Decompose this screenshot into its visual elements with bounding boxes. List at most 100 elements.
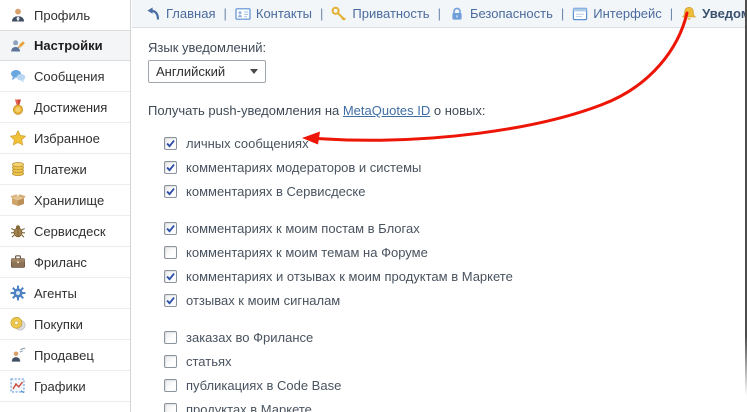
nav-separator: | [560,6,565,21]
notification-group: комментариях к моим постам в Блогах комме… [164,216,747,312]
sidebar-item-label: Графики [34,378,86,394]
checkbox-checked[interactable] [164,160,177,174]
sidebar-item-settings[interactable]: Настройки [0,30,130,61]
sidebar-item-achievements[interactable]: Достижения [0,92,130,123]
checkbox-label[interactable]: публикациях в Code Base [186,378,341,393]
contacts-icon [235,6,251,22]
push-notifications-label: Получать push-уведомления на MetaQuotes … [148,103,747,118]
payments-icon [10,161,26,177]
profile-icon [10,7,26,23]
notification-option-row: комментариях в Сервисдеске [164,179,747,203]
checkbox-unchecked[interactable] [164,378,177,392]
tab-home[interactable]: Главная [145,6,215,22]
checkbox-unchecked[interactable] [164,330,177,344]
sidebar: Профиль Настройки Сообщения Достижения Избра… [0,0,131,412]
settings-page: Профиль Настройки Сообщения Достижения Избра… [0,0,747,412]
notification-option-row: комментариях и отзывах к моим продуктам … [164,264,747,288]
tab-notifications[interactable]: Уведомления [681,6,747,22]
checkbox-unchecked[interactable] [164,402,177,412]
notifications-panel: Язык уведомлений: Английский Получать pu… [132,28,747,412]
sidebar-item-label: Фриланс [34,254,87,270]
tab-contacts[interactable]: Контакты [235,6,312,22]
sidebar-item-label: Профиль [34,7,91,23]
charts-icon [10,378,26,394]
push-text-prefix: Получать push-уведомления на [148,103,343,118]
notification-option-row: продуктах в Маркете [164,397,747,412]
checkbox-label[interactable]: комментариях в Сервисдеске [186,184,365,199]
sidebar-item-label: Сообщения [34,68,105,84]
checkbox-label[interactable]: личных сообщениях [186,136,309,151]
checkbox-unchecked[interactable] [164,354,177,368]
notification-option-row: заказах во Фрилансе [164,325,747,349]
checkbox-checked[interactable] [164,293,177,307]
sidebar-item-storage[interactable]: Хранилище [0,185,130,216]
sidebar-item-seller[interactable]: Продавец [0,340,130,371]
sidebar-item-label: Достижения [34,99,108,115]
checkbox-label[interactable]: заказах во Фрилансе [186,330,313,345]
sidebar-item-label: Платежи [34,161,87,177]
freelance-icon [10,254,26,270]
tab-interface[interactable]: Интерфейс [572,6,662,22]
metaquotes-id-link[interactable]: MetaQuotes ID [343,103,430,118]
checkbox-label[interactable]: отзывах к моим сигналам [186,293,340,308]
tab-label: Уведомления [702,6,747,21]
content-area: Главная | Контакты | Приватность | Безопасност… [132,0,747,412]
sidebar-item-purchases[interactable]: Покупки [0,309,130,340]
checkbox-label[interactable]: комментариях к моим постам в Блогах [186,221,420,236]
push-text-suffix: о новых: [430,103,486,118]
lock-icon [449,6,465,22]
sidebar-item-label: Избранное [34,130,100,146]
checkbox-label[interactable]: комментариях и отзывах к моим продуктам … [186,269,513,284]
seller-icon [10,347,26,363]
tab-label: Интерфейс [593,6,662,21]
tab-security[interactable]: Безопасность [449,6,553,22]
notification-groups: личных сообщениях комментариях модераторо… [164,131,747,412]
sidebar-item-payments[interactable]: Платежи [0,154,130,185]
checkbox-label[interactable]: комментариях к моим темам на Форуме [186,245,428,260]
language-label: Язык уведомлений: [148,40,267,55]
tab-label: Безопасность [469,6,553,21]
favorites-icon [10,130,26,146]
notification-option-row: публикациях в Code Base [164,373,747,397]
sidebar-item-freelance[interactable]: Фриланс [0,247,130,278]
sidebar-item-label: Хранилище [34,192,105,208]
notification-option-row: личных сообщениях [164,131,747,155]
sidebar-item-charts[interactable]: Графики [0,371,130,402]
sidebar-item-profile[interactable]: Профиль [0,0,130,31]
agents-icon [10,285,26,301]
checkbox-label[interactable]: продуктах в Маркете [186,402,312,412]
tab-privacy[interactable]: Приватность [331,6,430,22]
key-icon [331,6,347,22]
tab-label: Главная [166,6,216,21]
nav-separator: | [669,6,674,21]
checkbox-checked[interactable] [164,221,177,235]
top-tabs: Главная | Контакты | Приватность | Безопасност… [132,0,747,28]
chevron-down-icon [250,69,258,74]
messages-icon [10,68,26,84]
notification-option-row: статьях [164,349,747,373]
notification-option-row: комментариях к моим постам в Блогах [164,216,747,240]
language-select-value: Английский [156,64,226,79]
nav-separator: | [437,6,441,21]
tab-label: Приватность [352,6,430,21]
sidebar-item-servicedesk[interactable]: Сервисдеск [0,216,130,247]
nav-separator: | [223,6,227,21]
sidebar-item-label: Настройки [34,38,103,53]
notification-option-row: комментариях модераторов и системы [164,155,747,179]
checkbox-checked[interactable] [164,184,177,198]
bell-icon [681,6,697,22]
notification-option-row: комментариях к моим темам на Форуме [164,240,747,264]
checkbox-label[interactable]: комментариях модераторов и системы [186,160,421,175]
sidebar-item-agents[interactable]: Агенты [0,278,130,309]
checkbox-checked[interactable] [164,269,177,283]
checkbox-unchecked[interactable] [164,245,177,259]
sidebar-item-messages[interactable]: Сообщения [0,61,130,92]
language-select[interactable]: Английский [148,60,266,83]
sidebar-item-favorites[interactable]: Избранное [0,123,130,154]
servicedesk-icon [10,223,26,239]
sidebar-item-label: Сервисдеск [34,223,106,239]
tab-label: Контакты [255,6,313,21]
checkbox-label[interactable]: статьях [186,354,232,369]
sidebar-item-label: Продавец [34,347,94,363]
checkbox-checked[interactable] [164,136,177,150]
